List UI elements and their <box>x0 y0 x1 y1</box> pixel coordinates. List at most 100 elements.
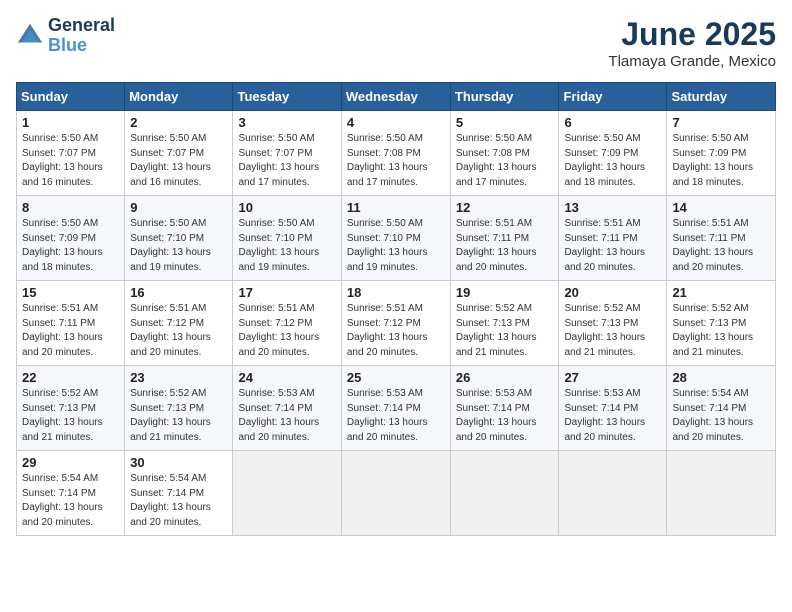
day-info: Sunrise: 5:51 AMSunset: 7:12 PMDaylight:… <box>347 303 428 358</box>
day-number: 2 <box>130 115 227 130</box>
day-info: Sunrise: 5:50 AMSunset: 7:10 PMDaylight:… <box>238 218 319 273</box>
table-row: 30 Sunrise: 5:54 AMSunset: 7:14 PMDaylig… <box>125 451 233 536</box>
day-info: Sunrise: 5:51 AMSunset: 7:11 PMDaylight:… <box>672 218 753 273</box>
day-info: Sunrise: 5:51 AMSunset: 7:11 PMDaylight:… <box>564 218 645 273</box>
day-number: 30 <box>130 455 227 470</box>
day-number: 3 <box>238 115 335 130</box>
table-row <box>233 451 341 536</box>
day-info: Sunrise: 5:53 AMSunset: 7:14 PMDaylight:… <box>238 388 319 443</box>
title-area: June 2025 Tlamaya Grande, Mexico <box>608 16 776 70</box>
table-row: 2 Sunrise: 5:50 AMSunset: 7:07 PMDayligh… <box>125 111 233 196</box>
calendar-week-5: 29 Sunrise: 5:54 AMSunset: 7:14 PMDaylig… <box>17 451 776 536</box>
table-row: 13 Sunrise: 5:51 AMSunset: 7:11 PMDaylig… <box>559 196 667 281</box>
table-row: 19 Sunrise: 5:52 AMSunset: 7:13 PMDaylig… <box>450 281 559 366</box>
day-info: Sunrise: 5:51 AMSunset: 7:12 PMDaylight:… <box>238 303 319 358</box>
table-row: 8 Sunrise: 5:50 AMSunset: 7:09 PMDayligh… <box>17 196 125 281</box>
header-monday: Monday <box>125 83 233 111</box>
day-info: Sunrise: 5:53 AMSunset: 7:14 PMDaylight:… <box>456 388 537 443</box>
table-row: 17 Sunrise: 5:51 AMSunset: 7:12 PMDaylig… <box>233 281 341 366</box>
logo: General Blue <box>16 16 115 56</box>
day-number: 15 <box>22 285 119 300</box>
table-row: 27 Sunrise: 5:53 AMSunset: 7:14 PMDaylig… <box>559 366 667 451</box>
table-row: 26 Sunrise: 5:53 AMSunset: 7:14 PMDaylig… <box>450 366 559 451</box>
day-number: 4 <box>347 115 445 130</box>
day-info: Sunrise: 5:50 AMSunset: 7:10 PMDaylight:… <box>130 218 211 273</box>
calendar-header-row: Sunday Monday Tuesday Wednesday Thursday… <box>17 83 776 111</box>
day-number: 14 <box>672 200 770 215</box>
day-info: Sunrise: 5:50 AMSunset: 7:08 PMDaylight:… <box>347 133 428 188</box>
table-row <box>341 451 450 536</box>
day-info: Sunrise: 5:50 AMSunset: 7:09 PMDaylight:… <box>22 218 103 273</box>
day-number: 18 <box>347 285 445 300</box>
day-number: 11 <box>347 200 445 215</box>
table-row: 21 Sunrise: 5:52 AMSunset: 7:13 PMDaylig… <box>667 281 776 366</box>
day-info: Sunrise: 5:51 AMSunset: 7:11 PMDaylight:… <box>456 218 537 273</box>
day-number: 25 <box>347 370 445 385</box>
day-number: 26 <box>456 370 554 385</box>
day-info: Sunrise: 5:50 AMSunset: 7:08 PMDaylight:… <box>456 133 537 188</box>
table-row: 25 Sunrise: 5:53 AMSunset: 7:14 PMDaylig… <box>341 366 450 451</box>
day-number: 23 <box>130 370 227 385</box>
table-row: 28 Sunrise: 5:54 AMSunset: 7:14 PMDaylig… <box>667 366 776 451</box>
header-tuesday: Tuesday <box>233 83 341 111</box>
table-row <box>559 451 667 536</box>
day-info: Sunrise: 5:53 AMSunset: 7:14 PMDaylight:… <box>564 388 645 443</box>
day-info: Sunrise: 5:50 AMSunset: 7:09 PMDaylight:… <box>672 133 753 188</box>
table-row: 4 Sunrise: 5:50 AMSunset: 7:08 PMDayligh… <box>341 111 450 196</box>
table-row: 24 Sunrise: 5:53 AMSunset: 7:14 PMDaylig… <box>233 366 341 451</box>
day-info: Sunrise: 5:52 AMSunset: 7:13 PMDaylight:… <box>672 303 753 358</box>
logo-text: General Blue <box>48 16 115 56</box>
day-info: Sunrise: 5:50 AMSunset: 7:07 PMDaylight:… <box>238 133 319 188</box>
day-number: 19 <box>456 285 554 300</box>
day-number: 13 <box>564 200 661 215</box>
day-number: 17 <box>238 285 335 300</box>
header-thursday: Thursday <box>450 83 559 111</box>
month-title: June 2025 <box>608 16 776 53</box>
location: Tlamaya Grande, Mexico <box>608 53 776 70</box>
header-friday: Friday <box>559 83 667 111</box>
day-number: 29 <box>22 455 119 470</box>
day-info: Sunrise: 5:52 AMSunset: 7:13 PMDaylight:… <box>22 388 103 443</box>
day-number: 7 <box>672 115 770 130</box>
table-row: 23 Sunrise: 5:52 AMSunset: 7:13 PMDaylig… <box>125 366 233 451</box>
table-row: 1 Sunrise: 5:50 AMSunset: 7:07 PMDayligh… <box>17 111 125 196</box>
day-number: 12 <box>456 200 554 215</box>
day-number: 10 <box>238 200 335 215</box>
header-wednesday: Wednesday <box>341 83 450 111</box>
page-header: General Blue June 2025 Tlamaya Grande, M… <box>16 16 776 70</box>
day-info: Sunrise: 5:51 AMSunset: 7:11 PMDaylight:… <box>22 303 103 358</box>
day-info: Sunrise: 5:50 AMSunset: 7:07 PMDaylight:… <box>130 133 211 188</box>
table-row: 14 Sunrise: 5:51 AMSunset: 7:11 PMDaylig… <box>667 196 776 281</box>
table-row: 9 Sunrise: 5:50 AMSunset: 7:10 PMDayligh… <box>125 196 233 281</box>
day-number: 24 <box>238 370 335 385</box>
logo-icon <box>16 22 44 50</box>
table-row: 29 Sunrise: 5:54 AMSunset: 7:14 PMDaylig… <box>17 451 125 536</box>
day-number: 20 <box>564 285 661 300</box>
table-row: 20 Sunrise: 5:52 AMSunset: 7:13 PMDaylig… <box>559 281 667 366</box>
day-info: Sunrise: 5:53 AMSunset: 7:14 PMDaylight:… <box>347 388 428 443</box>
table-row: 10 Sunrise: 5:50 AMSunset: 7:10 PMDaylig… <box>233 196 341 281</box>
day-number: 6 <box>564 115 661 130</box>
table-row <box>667 451 776 536</box>
table-row: 3 Sunrise: 5:50 AMSunset: 7:07 PMDayligh… <box>233 111 341 196</box>
day-info: Sunrise: 5:50 AMSunset: 7:10 PMDaylight:… <box>347 218 428 273</box>
table-row: 22 Sunrise: 5:52 AMSunset: 7:13 PMDaylig… <box>17 366 125 451</box>
day-info: Sunrise: 5:54 AMSunset: 7:14 PMDaylight:… <box>130 473 211 528</box>
table-row: 15 Sunrise: 5:51 AMSunset: 7:11 PMDaylig… <box>17 281 125 366</box>
table-row <box>450 451 559 536</box>
day-number: 1 <box>22 115 119 130</box>
header-saturday: Saturday <box>667 83 776 111</box>
table-row: 18 Sunrise: 5:51 AMSunset: 7:12 PMDaylig… <box>341 281 450 366</box>
day-info: Sunrise: 5:52 AMSunset: 7:13 PMDaylight:… <box>456 303 537 358</box>
day-info: Sunrise: 5:54 AMSunset: 7:14 PMDaylight:… <box>672 388 753 443</box>
day-number: 21 <box>672 285 770 300</box>
day-info: Sunrise: 5:51 AMSunset: 7:12 PMDaylight:… <box>130 303 211 358</box>
calendar-week-4: 22 Sunrise: 5:52 AMSunset: 7:13 PMDaylig… <box>17 366 776 451</box>
day-number: 9 <box>130 200 227 215</box>
day-number: 5 <box>456 115 554 130</box>
day-number: 16 <box>130 285 227 300</box>
table-row: 11 Sunrise: 5:50 AMSunset: 7:10 PMDaylig… <box>341 196 450 281</box>
table-row: 6 Sunrise: 5:50 AMSunset: 7:09 PMDayligh… <box>559 111 667 196</box>
calendar-week-3: 15 Sunrise: 5:51 AMSunset: 7:11 PMDaylig… <box>17 281 776 366</box>
day-info: Sunrise: 5:52 AMSunset: 7:13 PMDaylight:… <box>130 388 211 443</box>
